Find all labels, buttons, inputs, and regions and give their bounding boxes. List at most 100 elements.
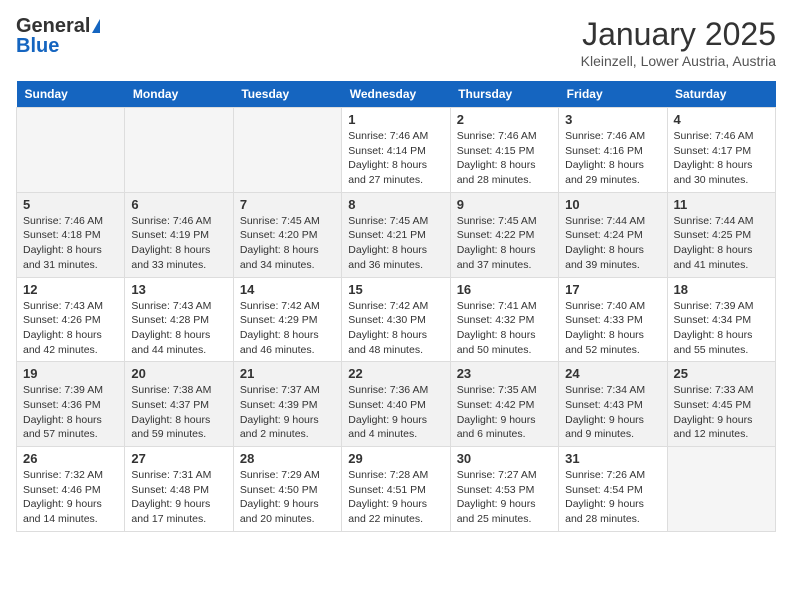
calendar-table: SundayMondayTuesdayWednesdayThursdayFrid… xyxy=(16,81,776,532)
calendar-cell: 12 Sunrise: 7:43 AMSunset: 4:26 PMDayligh… xyxy=(17,277,125,362)
calendar-cell xyxy=(233,108,341,193)
day-number: 18 xyxy=(674,282,769,297)
day-info: Sunrise: 7:43 AMSunset: 4:26 PMDaylight:… xyxy=(23,299,118,358)
day-number: 27 xyxy=(131,451,226,466)
day-number: 1 xyxy=(348,112,443,127)
title-area: January 2025 Kleinzell, Lower Austria, A… xyxy=(581,16,776,69)
day-number: 7 xyxy=(240,197,335,212)
weekday-header-thursday: Thursday xyxy=(450,81,558,108)
day-number: 26 xyxy=(23,451,118,466)
weekday-header-friday: Friday xyxy=(559,81,667,108)
calendar-week-5: 26 Sunrise: 7:32 AMSunset: 4:46 PMDayligh… xyxy=(17,447,776,532)
day-info: Sunrise: 7:46 AMSunset: 4:16 PMDaylight:… xyxy=(565,129,660,188)
day-info: Sunrise: 7:43 AMSunset: 4:28 PMDaylight:… xyxy=(131,299,226,358)
calendar-cell: 30 Sunrise: 7:27 AMSunset: 4:53 PMDayligh… xyxy=(450,447,558,532)
calendar-cell: 17Sunrise: 7:40 AMSunset: 4:33 PMDayligh… xyxy=(559,277,667,362)
calendar-cell xyxy=(125,108,233,193)
day-info: Sunrise: 7:46 AMSunset: 4:19 PMDaylight:… xyxy=(131,214,226,273)
day-info: Sunrise: 7:44 AMSunset: 4:24 PMDaylight:… xyxy=(565,214,660,273)
calendar-cell: 14 Sunrise: 7:42 AMSunset: 4:29 PMDayligh… xyxy=(233,277,341,362)
day-number: 24 xyxy=(565,366,660,381)
calendar-cell: 18 Sunrise: 7:39 AMSunset: 4:34 PMDayligh… xyxy=(667,277,775,362)
calendar-cell: 26 Sunrise: 7:32 AMSunset: 4:46 PMDayligh… xyxy=(17,447,125,532)
calendar-cell: 31Sunrise: 7:26 AMSunset: 4:54 PMDayligh… xyxy=(559,447,667,532)
calendar-cell: 16 Sunrise: 7:41 AMSunset: 4:32 PMDayligh… xyxy=(450,277,558,362)
day-info: Sunrise: 7:34 AMSunset: 4:43 PMDaylight:… xyxy=(565,383,660,442)
calendar-cell: 1 Sunrise: 7:46 AMSunset: 4:14 PMDaylight… xyxy=(342,108,450,193)
calendar-cell: 2Sunrise: 7:46 AMSunset: 4:15 PMDaylight… xyxy=(450,108,558,193)
day-number: 12 xyxy=(23,282,118,297)
day-number: 23 xyxy=(457,366,552,381)
day-info: Sunrise: 7:42 AMSunset: 4:30 PMDaylight:… xyxy=(348,299,443,358)
day-number: 16 xyxy=(457,282,552,297)
calendar-cell: 13 Sunrise: 7:43 AMSunset: 4:28 PMDayligh… xyxy=(125,277,233,362)
day-number: 10 xyxy=(565,197,660,212)
day-number: 20 xyxy=(131,366,226,381)
day-number: 6 xyxy=(131,197,226,212)
day-number: 11 xyxy=(674,197,769,212)
calendar-cell: 22Sunrise: 7:36 AMSunset: 4:40 PMDayligh… xyxy=(342,362,450,447)
month-title: January 2025 xyxy=(581,16,776,53)
logo-blue: Blue xyxy=(16,36,100,56)
day-info: Sunrise: 7:33 AMSunset: 4:45 PMDaylight:… xyxy=(674,383,769,442)
day-info: Sunrise: 7:31 AMSunset: 4:48 PMDaylight:… xyxy=(131,468,226,527)
calendar-week-2: 5Sunrise: 7:46 AMSunset: 4:18 PMDaylight… xyxy=(17,192,776,277)
calendar-cell xyxy=(667,447,775,532)
day-number: 14 xyxy=(240,282,335,297)
weekday-header-wednesday: Wednesday xyxy=(342,81,450,108)
day-info: Sunrise: 7:45 AMSunset: 4:22 PMDaylight:… xyxy=(457,214,552,273)
calendar-body: 1 Sunrise: 7:46 AMSunset: 4:14 PMDaylight… xyxy=(17,108,776,532)
day-number: 31 xyxy=(565,451,660,466)
calendar-cell xyxy=(17,108,125,193)
day-number: 30 xyxy=(457,451,552,466)
day-info: Sunrise: 7:28 AMSunset: 4:51 PMDaylight:… xyxy=(348,468,443,527)
calendar-week-1: 1 Sunrise: 7:46 AMSunset: 4:14 PMDaylight… xyxy=(17,108,776,193)
weekday-header-row: SundayMondayTuesdayWednesdayThursdayFrid… xyxy=(17,81,776,108)
weekday-header-saturday: Saturday xyxy=(667,81,775,108)
calendar-cell: 10 Sunrise: 7:44 AMSunset: 4:24 PMDayligh… xyxy=(559,192,667,277)
calendar-cell: 29 Sunrise: 7:28 AMSunset: 4:51 PMDayligh… xyxy=(342,447,450,532)
day-number: 9 xyxy=(457,197,552,212)
calendar-cell: 3 Sunrise: 7:46 AMSunset: 4:16 PMDaylight… xyxy=(559,108,667,193)
day-number: 3 xyxy=(565,112,660,127)
day-number: 2 xyxy=(457,112,552,127)
day-info: Sunrise: 7:37 AMSunset: 4:39 PMDaylight:… xyxy=(240,383,335,442)
calendar-cell: 8Sunrise: 7:45 AMSunset: 4:21 PMDaylight… xyxy=(342,192,450,277)
day-number: 29 xyxy=(348,451,443,466)
day-info: Sunrise: 7:39 AMSunset: 4:36 PMDaylight:… xyxy=(23,383,118,442)
day-number: 15 xyxy=(348,282,443,297)
day-number: 13 xyxy=(131,282,226,297)
logo-triangle-icon xyxy=(92,19,100,33)
day-number: 22 xyxy=(348,366,443,381)
day-info: Sunrise: 7:40 AMSunset: 4:33 PMDaylight:… xyxy=(565,299,660,358)
day-info: Sunrise: 7:27 AMSunset: 4:53 PMDaylight:… xyxy=(457,468,552,527)
day-info: Sunrise: 7:35 AMSunset: 4:42 PMDaylight:… xyxy=(457,383,552,442)
calendar-cell: 20Sunrise: 7:38 AMSunset: 4:37 PMDayligh… xyxy=(125,362,233,447)
calendar-cell: 15 Sunrise: 7:42 AMSunset: 4:30 PMDayligh… xyxy=(342,277,450,362)
calendar-cell: 19Sunrise: 7:39 AMSunset: 4:36 PMDayligh… xyxy=(17,362,125,447)
day-number: 5 xyxy=(23,197,118,212)
calendar-week-4: 19Sunrise: 7:39 AMSunset: 4:36 PMDayligh… xyxy=(17,362,776,447)
logo-general: General xyxy=(16,16,90,36)
location: Kleinzell, Lower Austria, Austria xyxy=(581,53,776,69)
day-number: 4 xyxy=(674,112,769,127)
calendar-cell: 11Sunrise: 7:44 AMSunset: 4:25 PMDayligh… xyxy=(667,192,775,277)
calendar-header: SundayMondayTuesdayWednesdayThursdayFrid… xyxy=(17,81,776,108)
calendar-cell: 4Sunrise: 7:46 AMSunset: 4:17 PMDaylight… xyxy=(667,108,775,193)
calendar-cell: 5Sunrise: 7:46 AMSunset: 4:18 PMDaylight… xyxy=(17,192,125,277)
calendar-cell: 9 Sunrise: 7:45 AMSunset: 4:22 PMDaylight… xyxy=(450,192,558,277)
day-info: Sunrise: 7:42 AMSunset: 4:29 PMDaylight:… xyxy=(240,299,335,358)
day-info: Sunrise: 7:41 AMSunset: 4:32 PMDaylight:… xyxy=(457,299,552,358)
day-info: Sunrise: 7:39 AMSunset: 4:34 PMDaylight:… xyxy=(674,299,769,358)
weekday-header-sunday: Sunday xyxy=(17,81,125,108)
day-info: Sunrise: 7:32 AMSunset: 4:46 PMDaylight:… xyxy=(23,468,118,527)
page-header: General Blue January 2025 Kleinzell, Low… xyxy=(16,16,776,69)
calendar-cell: 7Sunrise: 7:45 AMSunset: 4:20 PMDaylight… xyxy=(233,192,341,277)
calendar-cell: 24 Sunrise: 7:34 AMSunset: 4:43 PMDayligh… xyxy=(559,362,667,447)
day-number: 8 xyxy=(348,197,443,212)
day-info: Sunrise: 7:46 AMSunset: 4:14 PMDaylight:… xyxy=(348,129,443,188)
logo: General Blue xyxy=(16,16,100,56)
day-number: 28 xyxy=(240,451,335,466)
weekday-header-tuesday: Tuesday xyxy=(233,81,341,108)
calendar-cell: 27 Sunrise: 7:31 AMSunset: 4:48 PMDayligh… xyxy=(125,447,233,532)
